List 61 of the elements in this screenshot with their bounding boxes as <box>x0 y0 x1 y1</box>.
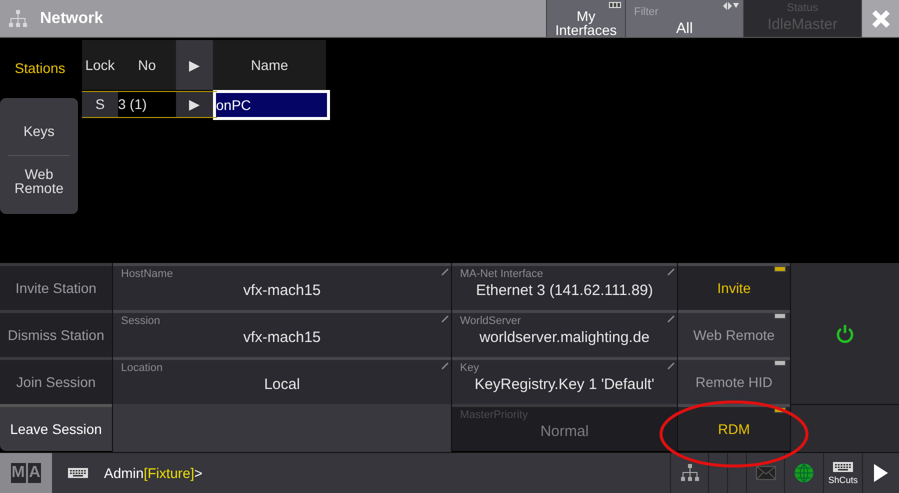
field-label: Key <box>460 362 480 375</box>
edit-corner-icon <box>667 362 675 370</box>
play-icon <box>873 463 889 483</box>
interfaces-button[interactable]: My Interfaces <box>546 0 626 37</box>
ma-logo: M A <box>0 453 52 493</box>
field-label: HostName <box>121 268 174 281</box>
action-button[interactable]: Join Session <box>0 357 112 404</box>
table-cell: S <box>82 91 118 118</box>
input-field[interactable]: HostName vfx-mach15 <box>113 263 451 310</box>
table-cell: ▶ <box>176 91 213 118</box>
input-field[interactable]: Session vfx-mach15 <box>113 310 451 357</box>
more-icon <box>609 2 621 8</box>
action-button[interactable]: Invite Station <box>0 263 112 310</box>
field-label: Location <box>121 362 164 375</box>
field-value: worldserver.malighting.de <box>478 328 651 348</box>
select-value: All <box>676 20 693 36</box>
edit-corner-icon <box>441 362 449 370</box>
command-prompt: Admin[Fixture]> <box>104 464 202 483</box>
edit-corner-icon <box>667 268 675 276</box>
input-field[interactable]: Key KeyRegistry.Key 1 'Default' <box>452 357 677 404</box>
input-field[interactable]: WorldServer worldserver.malighting.de <box>452 310 677 357</box>
field-label: Session <box>121 315 162 328</box>
edit-corner-icon <box>441 268 449 276</box>
column-header[interactable]: Lock <box>82 40 118 90</box>
close-icon <box>870 8 890 28</box>
table-cell[interactable]: onPC <box>213 90 330 120</box>
shortcuts-button[interactable]: ShCuts <box>823 453 862 493</box>
edit-corner-icon <box>441 315 449 323</box>
column-header[interactable]: ▶ <box>176 40 213 90</box>
action-button[interactable]: Dismiss Station <box>0 310 112 357</box>
arrows-icon <box>723 2 739 10</box>
keyboard-icon <box>833 462 853 472</box>
globe-icon <box>794 463 814 483</box>
field-value: Normal <box>539 422 590 442</box>
mail-icon <box>756 466 776 480</box>
select-label: Filter <box>634 5 658 20</box>
field-label: MA-Net Interface <box>460 268 544 281</box>
network-icon <box>680 463 700 483</box>
input-field[interactable]: Location Local <box>113 357 451 404</box>
field-value: Ethernet 3 (141.62.111.89) <box>474 281 654 301</box>
field-value: vfx-mach15 <box>242 281 322 301</box>
window-title: Network <box>40 8 104 28</box>
action-button[interactable]: Leave Session <box>0 404 112 451</box>
tab[interactable]: Web Remote <box>8 156 70 206</box>
close-button[interactable] <box>862 0 899 37</box>
toggle-button[interactable]: RDM <box>678 404 790 451</box>
column-header[interactable]: Name <box>213 40 326 90</box>
field-value: KeyRegistry.Key 1 'Default' <box>474 375 656 395</box>
toggle-button[interactable]: Remote HID <box>678 357 790 404</box>
field-value: vfx-mach15 <box>242 328 322 348</box>
field-label: WorldServer <box>460 315 522 328</box>
column-header[interactable]: No <box>118 40 176 90</box>
network-icon <box>8 8 28 28</box>
toggle-button[interactable]: Web Remote <box>678 310 790 357</box>
keyboard-icon <box>68 467 88 479</box>
tab[interactable]: Keys <box>8 106 70 156</box>
field-value: Local <box>263 375 301 395</box>
input-field[interactable]: MA-Net Interface Ethernet 3 (141.62.111.89) <box>452 263 677 310</box>
toggle-button[interactable]: Invite <box>678 263 790 310</box>
edit-corner-icon <box>667 315 675 323</box>
filter-select[interactable]: Filter All <box>626 0 744 37</box>
